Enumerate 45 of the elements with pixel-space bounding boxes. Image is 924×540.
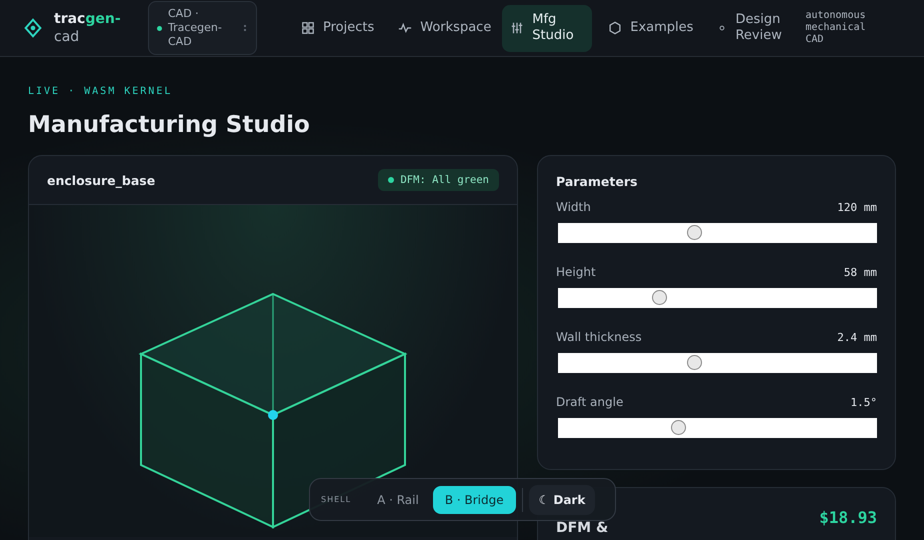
grid-icon [301, 21, 315, 35]
page-title: Manufacturing Studio [28, 111, 311, 139]
dfm-badge: DFM: All green [378, 169, 499, 191]
parameter-label: Width [556, 200, 591, 214]
slider-thumb[interactable] [687, 355, 702, 370]
moon-icon: ☾ [538, 492, 550, 506]
grip-icon [244, 25, 248, 31]
slider-thumb[interactable] [687, 225, 702, 240]
circle-icon [717, 23, 728, 33]
status-dot [388, 177, 394, 183]
eyebrow-label: LIVE · WASM KERNEL [28, 85, 174, 98]
parameter-label: Height [556, 265, 596, 279]
slider-track[interactable] [558, 353, 877, 373]
shell-label: SHELL [321, 495, 352, 504]
slider-track[interactable] [558, 288, 877, 308]
nav-tab[interactable]: Mfg Studio [502, 4, 592, 52]
project-switcher[interactable]: CAD · Tracegen-CAD [148, 1, 257, 55]
tagline: autonomous mechanical CAD [805, 10, 867, 46]
parameter-value: 58 mm [844, 266, 877, 278]
parameter-value: 2.4 mm [837, 330, 877, 344]
nav-tab[interactable]: Projects [293, 12, 382, 44]
slider-thumb[interactable] [671, 420, 686, 435]
parameter-value: 1.5° [850, 396, 877, 408]
panel-title: DFM & [556, 519, 608, 538]
nav-tab[interactable]: Design Review [709, 4, 788, 52]
theme-toggle-button[interactable]: ☾ Dark [528, 484, 596, 514]
parameter-value: 120 mm [837, 200, 877, 214]
shell-option[interactable]: A · Rail [369, 486, 427, 514]
price-value: $18.93 [819, 508, 877, 529]
pulse-icon [398, 21, 412, 35]
hexagon-icon [608, 21, 622, 35]
sliders-icon [510, 21, 524, 35]
part-name: enclosure_base [47, 172, 156, 188]
slider-track[interactable] [558, 418, 877, 438]
parameter-label: Wall thickness [556, 330, 642, 344]
brand-name: tracgen- cad [54, 10, 121, 46]
nav-tab[interactable]: Examples [600, 12, 702, 44]
logo-icon [22, 17, 44, 39]
parameter-label: Draft angle [556, 395, 624, 409]
status-dot [157, 26, 162, 30]
nav-tab[interactable]: Workspace [390, 12, 494, 44]
panel-title: Parameters [556, 174, 638, 189]
slider-track[interactable] [558, 223, 877, 243]
shell-option[interactable]: B · Bridge [432, 486, 516, 514]
slider-thumb[interactable] [652, 290, 668, 305]
